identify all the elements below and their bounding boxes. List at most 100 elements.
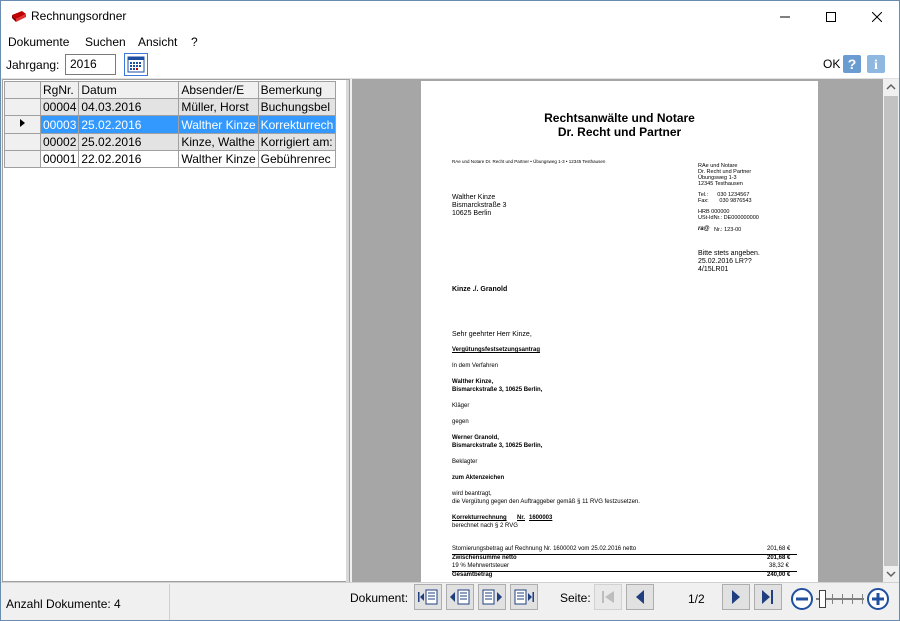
recipient-city: 10625 Berlin: [452, 210, 492, 217]
row-indicator[interactable]: [4, 115, 41, 134]
previous-document-icon: [450, 589, 470, 605]
previous-page-button[interactable]: [626, 584, 654, 610]
request-text: wird beantragt,: [452, 491, 492, 497]
next-page-icon: [732, 590, 740, 604]
defendant-name: Werner Granold,: [452, 435, 499, 441]
side-ust: USt-IdNr.: DE000000000: [698, 215, 759, 221]
column-header-datum[interactable]: Datum: [78, 81, 180, 99]
first-page-button[interactable]: [594, 584, 622, 610]
minimize-button[interactable]: [762, 1, 808, 32]
next-document-button[interactable]: [478, 584, 506, 610]
table-row-selected[interactable]: 00003 25.02.2016 Walther Kinze Korrektur…: [4, 115, 337, 134]
cell-datum: 25.02.2016: [78, 133, 180, 151]
calendar-button[interactable]: [124, 53, 148, 76]
menu-dokumente[interactable]: Dokumente: [8, 35, 69, 49]
scroll-up-icon[interactable]: [883, 79, 899, 95]
last-document-icon: [514, 589, 534, 605]
ok-button[interactable]: OK: [823, 57, 840, 71]
correction-nr: 1600003: [529, 515, 553, 521]
menu-bar: Dokumente Suchen Ansicht ?: [1, 32, 899, 52]
reference: Bitte stets angeben.: [698, 250, 760, 257]
cell-rgnr: 00002: [39, 133, 80, 151]
document-list-pane: RgNr. Datum Absender/E Bemerkung 00004 0…: [2, 79, 350, 582]
menu-help[interactable]: ?: [191, 35, 198, 49]
recipient-street: Bismarckstraße 3: [452, 202, 507, 209]
cell-rgnr: 00001: [39, 150, 80, 168]
correction-nr-label: Nr.: [517, 515, 526, 521]
table-row[interactable]: 00002 25.02.2016 Kinze, Walthe Korrigier…: [4, 133, 337, 151]
previous-document-button[interactable]: [446, 584, 474, 610]
defendant-address: Bismarckstraße 3, 10625 Berlin,: [452, 443, 543, 449]
cell-bemerkung: Korrekturrech: [257, 115, 337, 134]
last-page-icon: [762, 590, 773, 604]
menu-suchen[interactable]: Suchen: [85, 35, 126, 49]
help-button[interactable]: ?: [843, 55, 861, 73]
line-subtotal-label: Zwischensumme netto: [452, 555, 517, 561]
side-ra-nr: Nr.: 123-00: [714, 227, 742, 233]
salutation: Sehr geehrter Herr Kinze,: [452, 331, 532, 338]
previous-page-icon: [636, 590, 644, 604]
firm-name-line2: Dr. Recht und Partner: [557, 125, 682, 139]
table-row[interactable]: 00001 22.02.2016 Walther Kinze Gebührenr…: [4, 150, 337, 168]
svg-text:?: ?: [848, 56, 857, 72]
request-text: die Vergütung gegen den Auftraggeber gem…: [452, 499, 640, 505]
cell-datum: 25.02.2016: [78, 115, 180, 134]
row-indicator[interactable]: [4, 150, 41, 168]
klaeger-text: Kläger: [452, 403, 470, 409]
side-info: 12345 Testhausen: [698, 181, 743, 187]
first-page-icon: [602, 591, 614, 603]
zoom-slider[interactable]: [816, 589, 864, 609]
plaintiff-address: Bismarckstraße 3, 10625 Berlin,: [452, 387, 543, 393]
next-page-button[interactable]: [722, 584, 750, 610]
cell-bemerkung: Korrigiert am:: [257, 133, 337, 151]
cell-bemerkung: Buchungsbel: [257, 98, 337, 116]
cell-rgnr: 00004: [39, 98, 80, 116]
cell-bemerkung: Gebührenrec: [257, 150, 337, 168]
folder-app-icon: [12, 11, 26, 22]
question-icon: ?: [848, 56, 857, 72]
table-row[interactable]: 00004 04.03.2016 Müller, Horst Buchungsb…: [4, 98, 337, 116]
table-header-row: RgNr. Datum Absender/E Bemerkung: [4, 81, 337, 99]
close-icon: [872, 11, 882, 22]
preview-pane: Rechtsanwälte und Notare Dr. Recht und P…: [352, 79, 899, 582]
column-header-absender[interactable]: Absender/E: [178, 81, 259, 99]
document-nav-label: Dokument:: [350, 591, 409, 605]
info-button[interactable]: i: [867, 55, 885, 73]
calendar-icon: [127, 56, 145, 73]
maximize-icon: [826, 11, 836, 22]
table-rule: [452, 571, 797, 572]
firm-name-line1: Rechtsanwälte und Notare: [544, 111, 695, 125]
close-button[interactable]: [854, 1, 900, 32]
column-header-bemerkung[interactable]: Bemerkung: [257, 81, 337, 99]
scrollbar-thumb[interactable]: [884, 96, 898, 566]
line-total-label: Gesamtbetrag: [452, 572, 493, 578]
scroll-down-icon[interactable]: [883, 566, 899, 582]
zoom-slider-thumb[interactable]: [819, 590, 826, 608]
sender-line: RAe und Notare Dr. Recht und Partner • Ü…: [452, 159, 606, 164]
next-document-icon: [482, 589, 502, 605]
line-vat-value: 38,32 €: [769, 563, 790, 569]
page-indicator: 1/2: [688, 592, 705, 606]
zoom-out-icon[interactable]: [790, 587, 814, 611]
info-icon: i: [874, 58, 878, 73]
last-document-button[interactable]: [510, 584, 538, 610]
last-page-button[interactable]: [754, 584, 782, 610]
current-row-arrow-icon: [20, 119, 25, 127]
row-indicator[interactable]: [4, 98, 41, 116]
first-document-icon: [418, 589, 438, 605]
year-input[interactable]: 2016: [65, 54, 116, 75]
ra-logo-icon: ra@: [698, 226, 710, 232]
minimize-icon: [780, 16, 790, 17]
first-document-button[interactable]: [414, 584, 442, 610]
row-indicator[interactable]: [4, 133, 41, 151]
preview-scrollbar[interactable]: [883, 79, 899, 582]
correction-title: Korrekturrechnung: [452, 515, 507, 521]
zoom-in-icon[interactable]: [866, 587, 890, 611]
maximize-button[interactable]: [808, 1, 854, 32]
column-header-rgnr[interactable]: RgNr.: [39, 81, 80, 99]
cell-datum: 22.02.2016: [78, 150, 180, 168]
cell-absender: Walther Kinze: [178, 115, 259, 134]
menu-ansicht[interactable]: Ansicht: [138, 35, 177, 49]
pane-splitter[interactable]: [346, 80, 349, 582]
gegen-text: gegen: [452, 419, 469, 425]
